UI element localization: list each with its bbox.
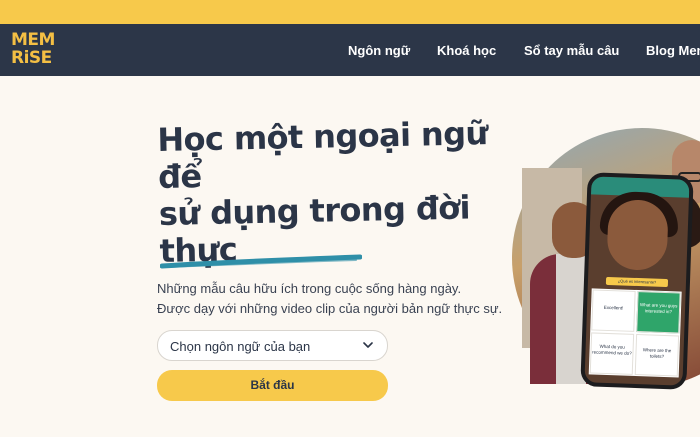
phone-video-face [606,198,669,272]
top-announcement-strip [0,0,700,24]
language-select[interactable]: Chọn ngôn ngữ của bạn [157,330,388,361]
hero-image: ¿Qué es interesante? Excellent! What are… [512,128,700,437]
subtitle-line-1: Những mẫu câu hữu ích trong cuộc sống hà… [157,281,462,296]
nav-item-phrasebook[interactable]: Sổ tay mẫu câu [524,43,619,58]
headline-line-1: Học một ngoại ngữ để [156,114,488,196]
hero-subtitle: Những mẫu câu hữu ích trong cuộc sống hà… [157,279,502,319]
phone-prompt: ¿Qué es interesante? [605,276,669,288]
nav-item-courses[interactable]: Khoá học [437,43,496,58]
hero-headline: Học một ngoại ngữ để sử dụng trong đời t… [157,114,540,270]
phone-answer-grid: Excellent! What are you guys interested … [588,288,682,378]
nav-item-blog[interactable]: Blog Mem [646,43,700,58]
chevron-down-icon [363,342,373,348]
phone-option: What do you recommend we do? [589,332,635,375]
language-select-placeholder: Chọn ngôn ngữ của bạn [170,339,311,354]
phone-option-selected: What are you guys interested in? [636,291,681,334]
phone-mockup: ¿Qué es interesante? Excellent! What are… [580,172,694,390]
phone-option: Excellent! [591,289,636,332]
subtitle-line-2: Được dạy với những video clip của người … [157,301,503,316]
brush-underline [160,254,362,269]
start-button[interactable]: Bắt đầu [157,370,388,401]
logo-line-1: MEM [11,30,55,50]
memrise-logo[interactable]: MEM RiSE [11,31,57,67]
logo-line-2: RiSE [11,48,52,68]
phone-option: Where are the toilets? [634,334,680,377]
nav-item-languages[interactable]: Ngôn ngữ [348,43,410,58]
phone-screen: ¿Qué es interesante? Excellent! What are… [584,176,690,386]
